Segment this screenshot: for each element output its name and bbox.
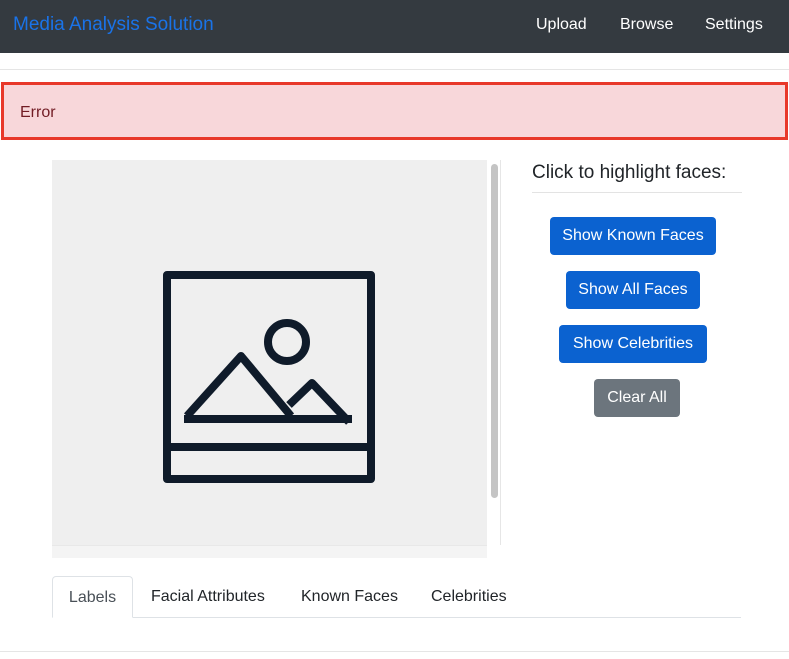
tab-labels[interactable]: Labels [52, 576, 133, 618]
preview-vertical-scrollbar[interactable] [487, 160, 501, 545]
faces-heading: Click to highlight faces: [532, 162, 727, 183]
top-divider [0, 69, 789, 70]
bottom-divider [0, 651, 789, 652]
show-known-faces-button[interactable]: Show Known Faces [550, 217, 716, 255]
media-preview [52, 160, 487, 545]
tab-known-faces[interactable]: Known Faces [301, 576, 398, 618]
vertical-scrollbar-thumb[interactable] [491, 164, 498, 498]
image-placeholder-icon [163, 271, 375, 483]
nav-settings-link[interactable]: Settings [705, 15, 763, 35]
top-navbar: Media Analysis Solution Upload Browse Se… [0, 0, 789, 53]
brand-link[interactable]: Media Analysis Solution [13, 13, 214, 37]
show-all-faces-button[interactable]: Show All Faces [566, 271, 700, 309]
preview-horizontal-scrollbar[interactable] [52, 545, 487, 558]
nav-upload-link[interactable]: Upload [536, 15, 587, 35]
tab-facial-attributes[interactable]: Facial Attributes [151, 576, 265, 618]
clear-all-button[interactable]: Clear All [594, 379, 680, 417]
faces-divider [532, 192, 742, 193]
alert-message: Error [20, 104, 56, 121]
error-alert: Error [1, 82, 788, 140]
tab-celebrities[interactable]: Celebrities [431, 576, 507, 618]
show-celebrities-button[interactable]: Show Celebrities [559, 325, 707, 363]
nav-browse-link[interactable]: Browse [620, 15, 673, 35]
